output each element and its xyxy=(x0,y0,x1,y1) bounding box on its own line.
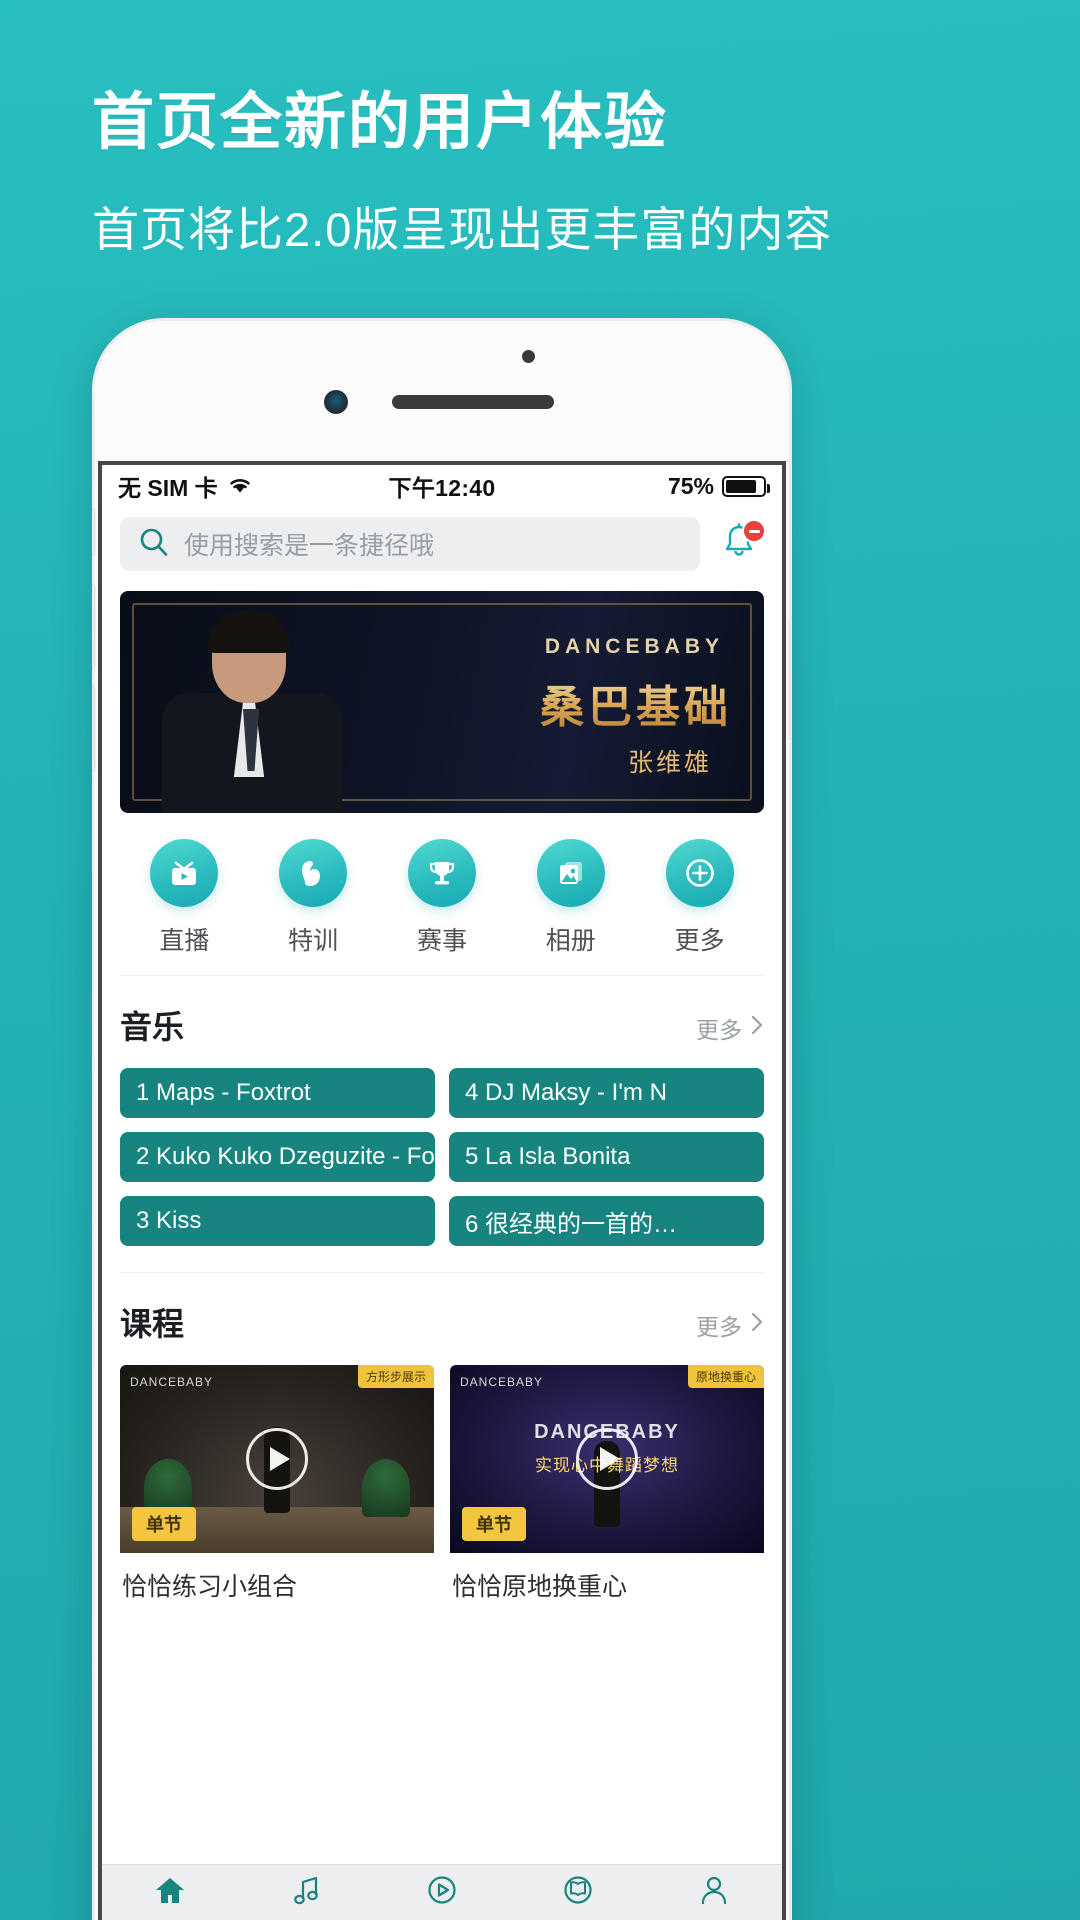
tab-video[interactable]: 视频 xyxy=(374,1874,510,1920)
quick-action-events[interactable]: 赛事 xyxy=(387,839,497,957)
play-icon[interactable] xyxy=(246,1428,308,1490)
promo-title: 首页全新的用户体验 xyxy=(92,88,669,157)
quick-action-live[interactable]: 直播 xyxy=(129,839,239,957)
course-card[interactable]: DANCEBABY 方形步展示 单节 恰恰练习小组合 xyxy=(120,1365,434,1603)
course-thumbnail: DANCEBABY 原地换重心 DANCEBABY 实现心中舞蹈梦想 单节 xyxy=(450,1365,764,1553)
person-icon xyxy=(697,1874,731,1911)
music-section-title: 音乐 xyxy=(120,1009,185,1045)
phone-mockup: 无 SIM 卡 下午12:40 75% 使用搜索是一条捷径哦 DANCEBABY… xyxy=(92,318,792,1920)
home-content: DANCEBABY 桑巴基础 张维雄 直播 特训 赛事 相册 更多 音乐 更多 … xyxy=(102,585,782,1873)
quick-action-label: 更多 xyxy=(674,927,725,955)
course-more-button[interactable]: 更多 xyxy=(696,1308,764,1342)
course-card[interactable]: DANCEBABY 原地换重心 DANCEBABY 实现心中舞蹈梦想 单节 恰恰… xyxy=(450,1365,764,1603)
front-camera-icon xyxy=(324,390,348,414)
quick-action-label: 直播 xyxy=(159,927,210,955)
quick-action-label: 赛事 xyxy=(416,927,467,955)
banner-brand: DANCEBABY xyxy=(544,635,724,658)
course-unit-badge: 单节 xyxy=(132,1507,196,1541)
music-item[interactable]: 4 DJ Maksy - I'm N xyxy=(449,1068,764,1118)
music-item[interactable]: 6 很经典的一首的… xyxy=(449,1196,764,1246)
quick-action-row: 直播 特训 赛事 相册 更多 xyxy=(102,813,782,975)
phone-power-button xyxy=(790,618,792,738)
book-icon xyxy=(561,1874,595,1911)
tab-course[interactable]: 课程 xyxy=(510,1874,646,1920)
wifi-icon xyxy=(227,473,253,500)
music-more-label: 更多 xyxy=(696,1017,742,1043)
thumbnail-logo: DANCEBABY xyxy=(130,1375,214,1389)
music-item[interactable]: 2 Kuko Kuko Dzeguzite - Foxtrot xyxy=(120,1132,435,1182)
music-note-icon xyxy=(289,1874,323,1911)
banner-title: 桑巴基础 xyxy=(540,671,732,735)
music-item[interactable]: 1 Maps - Foxtrot xyxy=(120,1068,435,1118)
play-circle-icon xyxy=(425,1874,459,1911)
chevron-right-icon xyxy=(750,1311,764,1339)
banner-portrait xyxy=(148,611,358,813)
tab-profile[interactable]: 我的 xyxy=(646,1874,782,1920)
course-section-title: 课程 xyxy=(120,1306,185,1342)
battery-icon xyxy=(722,475,770,497)
phone-silent-switch xyxy=(92,510,94,554)
course-more-label: 更多 xyxy=(696,1314,742,1340)
course-title: 恰恰练习小组合 xyxy=(122,1573,298,1601)
muscle-icon xyxy=(279,839,348,907)
quick-action-label: 相册 xyxy=(545,927,596,955)
hero-banner[interactable]: DANCEBABY 桑巴基础 张维雄 xyxy=(120,591,764,813)
music-section: 音乐 更多 1 Maps - Foxtrot 4 DJ Maksy - I'm … xyxy=(102,976,782,1246)
course-list: DANCEBABY 方形步展示 单节 恰恰练习小组合 DANCEBABY 原地换… xyxy=(120,1365,764,1603)
live-tv-icon xyxy=(150,839,219,907)
photo-album-icon xyxy=(536,839,605,907)
status-bar: 无 SIM 卡 下午12:40 75% xyxy=(102,465,782,507)
search-placeholder: 使用搜索是一条捷径哦 xyxy=(184,532,435,560)
thumbnail-corner-tag: 原地换重心 xyxy=(687,1365,764,1388)
bottom-tab-bar: 首页 音乐 视频 xyxy=(102,1864,782,1920)
phone-screen: 无 SIM 卡 下午12:40 75% 使用搜索是一条捷径哦 DANCEBABY… xyxy=(98,461,786,1920)
battery-percent-label: 75% xyxy=(667,472,714,499)
plus-circle-icon xyxy=(665,839,734,907)
music-list: 1 Maps - Foxtrot 4 DJ Maksy - I'm N 2 Ku… xyxy=(120,1068,764,1246)
play-icon[interactable] xyxy=(576,1428,638,1490)
status-bar-right: 75% xyxy=(495,472,770,500)
phone-volume-up-button xyxy=(92,586,94,668)
quick-action-more[interactable]: 更多 xyxy=(645,839,755,957)
tab-music[interactable]: 音乐 xyxy=(238,1874,374,1920)
trophy-icon xyxy=(407,839,476,907)
course-thumbnail: DANCEBABY 方形步展示 单节 xyxy=(120,1365,434,1553)
notification-bell-button[interactable] xyxy=(714,517,766,571)
thumbnail-corner-tag: 方形步展示 xyxy=(357,1365,434,1388)
notification-badge xyxy=(742,519,766,543)
search-row: 使用搜索是一条捷径哦 xyxy=(102,507,782,585)
search-icon xyxy=(138,526,170,563)
course-section-header: 课程 更多 xyxy=(120,1299,764,1345)
banner-instructor: 张维雄 xyxy=(627,749,712,777)
thumbnail-logo: DANCEBABY xyxy=(460,1375,544,1389)
carrier-label: 无 SIM 卡 xyxy=(118,475,218,501)
music-item[interactable]: 3 Kiss xyxy=(120,1196,435,1246)
quick-action-label: 特训 xyxy=(288,927,339,955)
course-title: 恰恰原地换重心 xyxy=(452,1573,628,1601)
course-section: 课程 更多 DANCEBABY 方形步展示 单节 恰恰练习小组合 DANCEBA… xyxy=(102,1273,782,1603)
chevron-right-icon xyxy=(750,1014,764,1042)
course-unit-badge: 单节 xyxy=(462,1507,526,1541)
promo-header: 首页全新的用户体验 首页将比2.0版呈现出更丰富的内容 xyxy=(0,0,1080,257)
phone-sensor-dot xyxy=(522,350,535,363)
promo-subtitle: 首页将比2.0版呈现出更丰富的内容 xyxy=(92,202,833,256)
earpiece-speaker xyxy=(392,395,554,409)
music-item[interactable]: 5 La Isla Bonita xyxy=(449,1132,764,1182)
status-bar-time: 下午12:40 xyxy=(388,475,496,501)
home-icon xyxy=(153,1874,187,1911)
phone-volume-down-button xyxy=(92,688,94,770)
music-more-button[interactable]: 更多 xyxy=(696,1011,764,1045)
status-bar-left: 无 SIM 卡 xyxy=(118,469,389,503)
quick-action-training[interactable]: 特训 xyxy=(258,839,368,957)
quick-action-album[interactable]: 相册 xyxy=(516,839,626,957)
search-input[interactable]: 使用搜索是一条捷径哦 xyxy=(120,517,700,571)
tab-home[interactable]: 首页 xyxy=(102,1874,238,1920)
music-section-header: 音乐 更多 xyxy=(120,1002,764,1048)
